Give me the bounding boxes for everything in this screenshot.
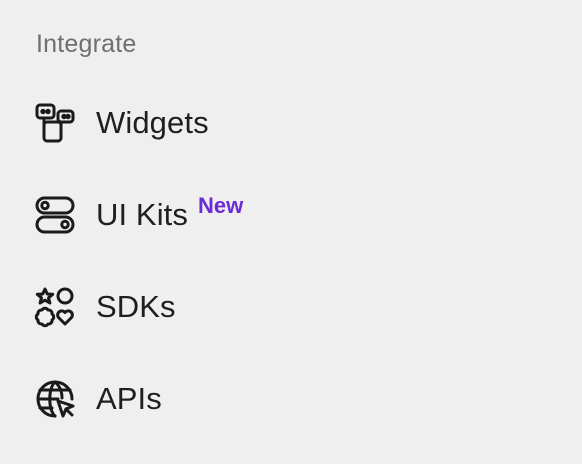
- menu-item-label: APIs: [96, 381, 162, 416]
- menu-item-sdks[interactable]: SDKs: [34, 285, 176, 329]
- shapes-icon: [34, 285, 78, 329]
- new-badge: New: [198, 193, 244, 218]
- globe-cursor-icon: [34, 377, 78, 421]
- menu-item-ui-kits[interactable]: UI Kits: [34, 193, 188, 237]
- integrate-menu-panel: Integrate Widgets UI Kits New SDKs APIs: [0, 0, 582, 464]
- menu-item-label: UI Kits: [96, 197, 188, 232]
- section-title: Integrate: [36, 30, 137, 58]
- menu-item-widgets[interactable]: Widgets: [34, 101, 209, 145]
- toggles-icon: [34, 193, 78, 237]
- menu-item-label: SDKs: [96, 289, 176, 324]
- menu-item-label: Widgets: [96, 105, 209, 140]
- widgets-icon: [34, 101, 78, 145]
- menu-item-apis[interactable]: APIs: [34, 377, 162, 421]
